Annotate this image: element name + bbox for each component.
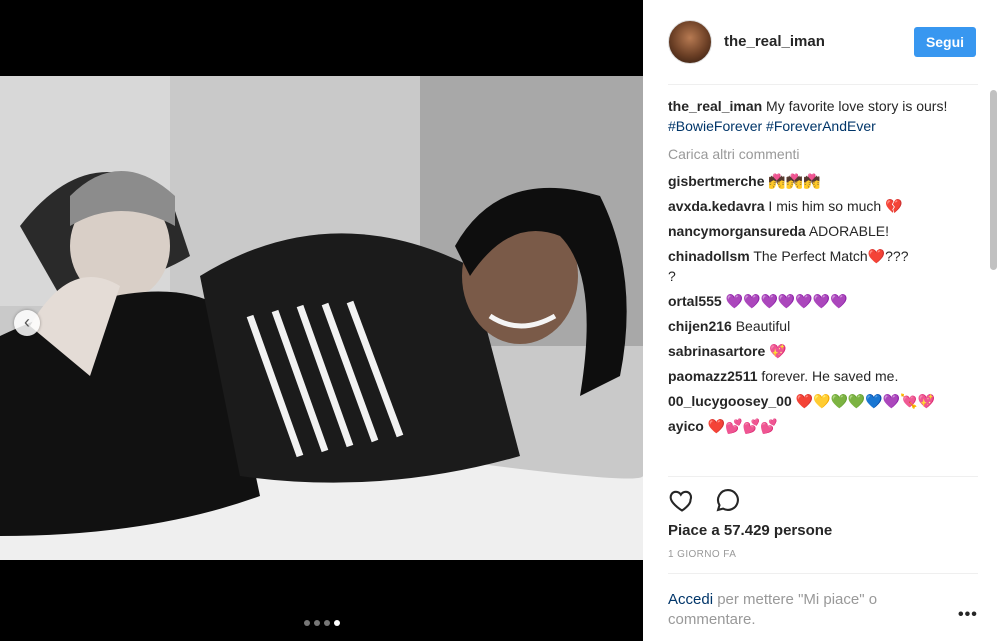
comment-rows: gisbertmerche 💏💏💏 avxda.kedavra I mis him… xyxy=(668,171,978,436)
login-link[interactable]: Accedi xyxy=(668,591,713,608)
heart-icon[interactable] xyxy=(668,486,696,514)
carousel-dot[interactable] xyxy=(303,620,310,626)
carousel-indicator xyxy=(0,620,643,626)
comment-text: Beautiful xyxy=(731,318,791,334)
comment-item: gisbertmerche 💏💏💏 xyxy=(668,171,978,191)
caption: the_real_iman My favorite love story is … xyxy=(668,96,978,136)
post-timestamp: 1 GIORNO FA xyxy=(668,549,737,560)
divider xyxy=(668,573,978,574)
comment-item: chinadollsm The Perfect Match❤️??? ? xyxy=(668,246,978,286)
post-sidebar: the_real_iman Segui the_real_iman My fav… xyxy=(643,0,1000,641)
comment-username[interactable]: avxda.kedavra xyxy=(668,198,765,214)
comment-username[interactable]: paomazz2511 xyxy=(668,368,758,384)
caption-username[interactable]: the_real_iman xyxy=(668,98,762,114)
comment-username[interactable]: 00_lucygoosey_00 xyxy=(668,393,792,409)
more-options-icon[interactable]: ••• xyxy=(958,606,978,624)
comment-item: paomazz2511 forever. He saved me. xyxy=(668,366,978,386)
comment-username[interactable]: chinadollsm xyxy=(668,248,750,264)
comment-item: nancymorgansureda ADORABLE! xyxy=(668,221,978,241)
comment-item: 00_lucygoosey_00 ❤️💛💚💚💙💜💘💖 xyxy=(668,391,978,411)
hashtag-link[interactable]: #BowieForever xyxy=(668,118,762,134)
comment-text: ❤️💕💕💕 xyxy=(703,418,778,434)
action-bar xyxy=(668,486,756,514)
carousel-dot[interactable] xyxy=(323,620,330,626)
comment-username[interactable]: chijen216 xyxy=(668,318,732,334)
photo-illustration xyxy=(0,76,643,560)
caption-text: My favorite love story is ours! xyxy=(762,98,948,114)
comment-username[interactable]: sabrinasartore xyxy=(668,343,765,359)
comment-item: ayico ❤️💕💕💕 xyxy=(668,416,978,436)
load-more-comments[interactable]: Carica altri commenti xyxy=(668,144,978,164)
comment-item: chijen216 Beautiful xyxy=(668,316,978,336)
divider xyxy=(668,84,978,85)
comment-text: ❤️💛💚💚💙💜💘💖 xyxy=(791,393,936,409)
avatar[interactable] xyxy=(668,20,712,64)
login-prompt: Accedi per mettere "Mi piace" o commenta… xyxy=(668,590,948,630)
hashtag-link[interactable]: #ForeverAndEver xyxy=(766,118,876,134)
comment-icon[interactable] xyxy=(714,486,742,514)
chevron-left-icon: ‹ xyxy=(24,312,30,332)
comment-username[interactable]: nancymorgansureda xyxy=(668,223,806,239)
header-username[interactable]: the_real_iman xyxy=(724,33,825,50)
comment-text: 💜💜💜💜💜💜💜 xyxy=(721,293,848,309)
comment-item: ortal555 💜💜💜💜💜💜💜 xyxy=(668,291,978,311)
comment-item: avxda.kedavra I mis him so much 💔 xyxy=(668,196,978,216)
comment-text: 💏💏💏 xyxy=(764,173,821,189)
comment-text: 💖 xyxy=(765,343,787,359)
likes-count[interactable]: Piace a 57.429 persone xyxy=(668,522,832,539)
carousel-dot[interactable] xyxy=(313,620,320,626)
post-photo[interactable] xyxy=(0,76,643,560)
post-header: the_real_iman Segui xyxy=(643,0,1000,84)
comment-username[interactable]: ortal555 xyxy=(668,293,722,309)
comment-text: I mis him so much 💔 xyxy=(764,198,903,214)
media-pane: ‹ xyxy=(0,0,643,641)
follow-button[interactable]: Segui xyxy=(914,27,976,57)
carousel-dot-active[interactable] xyxy=(333,620,340,626)
divider xyxy=(668,476,978,477)
comments-list: the_real_iman My favorite love story is … xyxy=(668,96,978,474)
comment-username[interactable]: gisbertmerche xyxy=(668,173,764,189)
comment-text: forever. He saved me. xyxy=(757,368,899,384)
previous-slide-button[interactable]: ‹ xyxy=(14,310,40,336)
comment-item: sabrinasartore 💖 xyxy=(668,341,978,361)
comment-username[interactable]: ayico xyxy=(668,418,704,434)
scrollbar[interactable] xyxy=(990,90,997,270)
comment-text: ADORABLE! xyxy=(805,223,889,239)
